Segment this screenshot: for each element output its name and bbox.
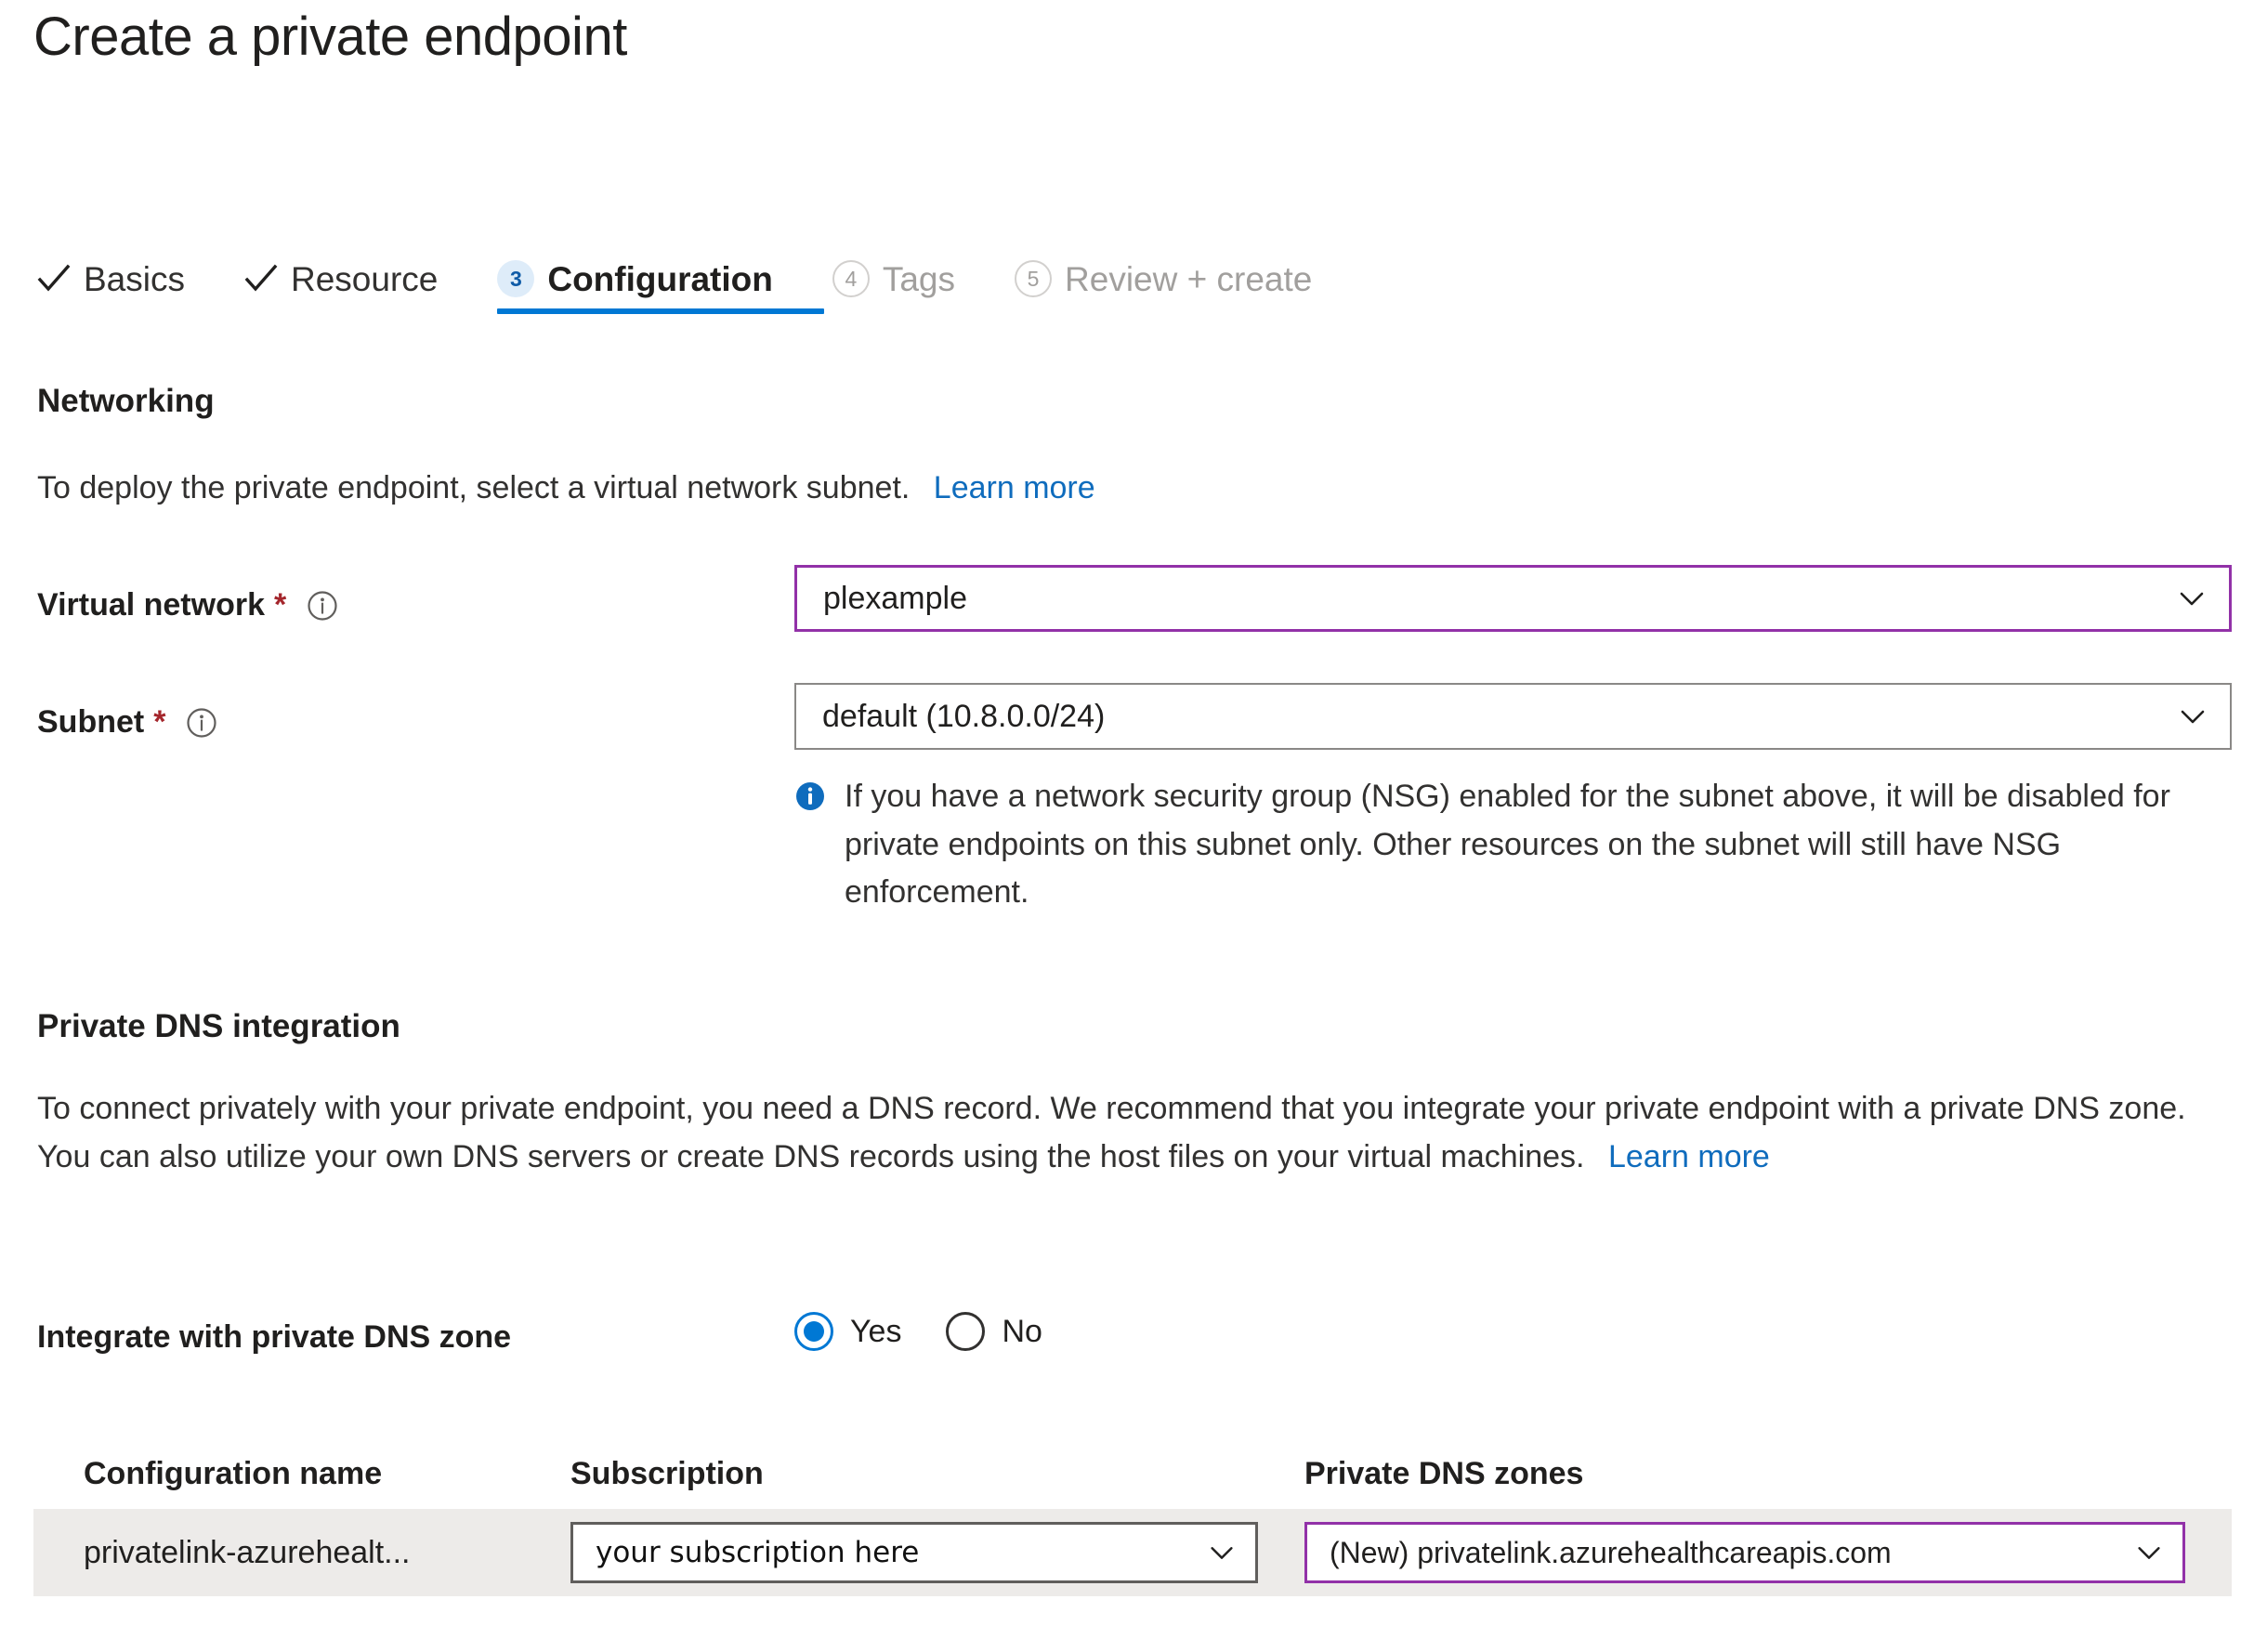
required-asterisk: *: [153, 704, 166, 740]
wizard-step-tabs: Basics Resource 3 Configuration 4 Tags 5…: [37, 243, 1340, 314]
subnet-label: Subnet *: [37, 704, 217, 741]
radio-label-yes: Yes: [850, 1313, 902, 1349]
networking-description: To deploy the private endpoint, select a…: [37, 465, 2081, 513]
chevron-down-icon: [1205, 1536, 1238, 1569]
radio-dot: [804, 1321, 824, 1342]
info-filled-icon: [794, 780, 826, 812]
tab-basics[interactable]: Basics: [37, 243, 213, 314]
private-dns-learn-more-link[interactable]: Learn more: [1608, 1139, 1770, 1174]
radio-label-no: No: [1002, 1313, 1042, 1349]
private-dns-zone-value: (New) privatelink.azurehealthcareapis.co…: [1330, 1535, 1892, 1569]
chevron-down-icon: [2175, 582, 2208, 615]
required-asterisk: *: [274, 587, 287, 623]
tab-label: Resource: [290, 259, 439, 298]
private-dns-zone-dropdown[interactable]: (New) privatelink.azurehealthcareapis.co…: [1304, 1522, 2185, 1583]
column-header-subscription: Subscription: [570, 1455, 764, 1491]
tab-configuration[interactable]: 3 Configuration: [497, 243, 825, 314]
subscription-dropdown[interactable]: your subscription here: [570, 1522, 1258, 1583]
check-icon: [244, 262, 278, 295]
radio-option-no[interactable]: No: [946, 1312, 1042, 1351]
virtual-network-label: Virtual network *: [37, 587, 338, 623]
table-header-row: Configuration name Subscription Private …: [33, 1438, 2232, 1509]
radio-button-selected-icon: [794, 1312, 833, 1351]
create-private-endpoint-page: Create a private endpoint Basics Resourc…: [0, 0, 2254, 1652]
virtual-network-value: plexample: [823, 580, 967, 616]
virtual-network-label-text: Virtual network: [37, 587, 265, 623]
chevron-down-icon: [2176, 700, 2209, 733]
tab-resource[interactable]: Resource: [244, 243, 465, 314]
subscription-value: your subscription here: [596, 1536, 920, 1569]
tab-label: Basics: [84, 259, 185, 298]
networking-learn-more-link[interactable]: Learn more: [934, 470, 1095, 505]
info-circle-icon[interactable]: [307, 590, 338, 622]
networking-description-text: To deploy the private endpoint, select a…: [37, 470, 911, 505]
radio-button-unselected-icon: [946, 1312, 986, 1351]
integrate-private-dns-label: Integrate with private DNS zone: [37, 1319, 511, 1356]
check-icon: [37, 262, 71, 295]
subnet-dropdown[interactable]: default (10.8.0.0/24): [794, 683, 2232, 750]
nsg-info-notice: If you have a network security group (NS…: [794, 773, 2210, 917]
step-number-badge: 3: [497, 260, 535, 297]
subnet-label-text: Subnet: [37, 704, 145, 740]
networking-heading: Networking: [37, 383, 215, 419]
tab-label: Tags: [882, 259, 956, 298]
tab-tags[interactable]: 4 Tags: [832, 243, 983, 314]
info-circle-icon[interactable]: [186, 707, 217, 739]
column-header-private-dns-zones: Private DNS zones: [1304, 1455, 1584, 1491]
cell-configuration-name: privatelink-azurehealt...: [84, 1534, 411, 1570]
private-dns-description: To connect privately with your private e…: [37, 1085, 2239, 1181]
virtual-network-dropdown[interactable]: plexample: [794, 565, 2232, 632]
private-dns-zone-table: Configuration name Subscription Private …: [33, 1438, 2232, 1596]
radio-option-yes[interactable]: Yes: [794, 1312, 901, 1351]
integrate-private-dns-label-text: Integrate with private DNS zone: [37, 1319, 512, 1355]
chevron-down-icon: [2132, 1536, 2166, 1569]
table-row: privatelink-azurehealt... your subscript…: [33, 1509, 2232, 1596]
active-tab-underline: [497, 308, 825, 314]
tab-label: Review + create: [1065, 259, 1313, 298]
step-number-badge: 5: [1015, 260, 1053, 297]
page-title: Create a private endpoint: [33, 7, 627, 67]
nsg-info-notice-text: If you have a network security group (NS…: [845, 779, 2170, 911]
column-header-configuration-name: Configuration name: [84, 1455, 383, 1491]
private-dns-integration-heading: Private DNS integration: [37, 1008, 400, 1044]
tab-review-create[interactable]: 5 Review + create: [1015, 243, 1340, 314]
private-dns-description-text: To connect privately with your private e…: [37, 1091, 2186, 1174]
step-number-badge: 4: [832, 260, 870, 297]
subnet-value: default (10.8.0.0/24): [822, 698, 1106, 734]
integrate-private-dns-radio-group: Yes No: [794, 1312, 1087, 1351]
tab-label: Configuration: [547, 259, 773, 298]
cell-subscription: your subscription here: [570, 1522, 1304, 1583]
cell-private-dns-zone: (New) privatelink.azurehealthcareapis.co…: [1304, 1522, 2196, 1583]
